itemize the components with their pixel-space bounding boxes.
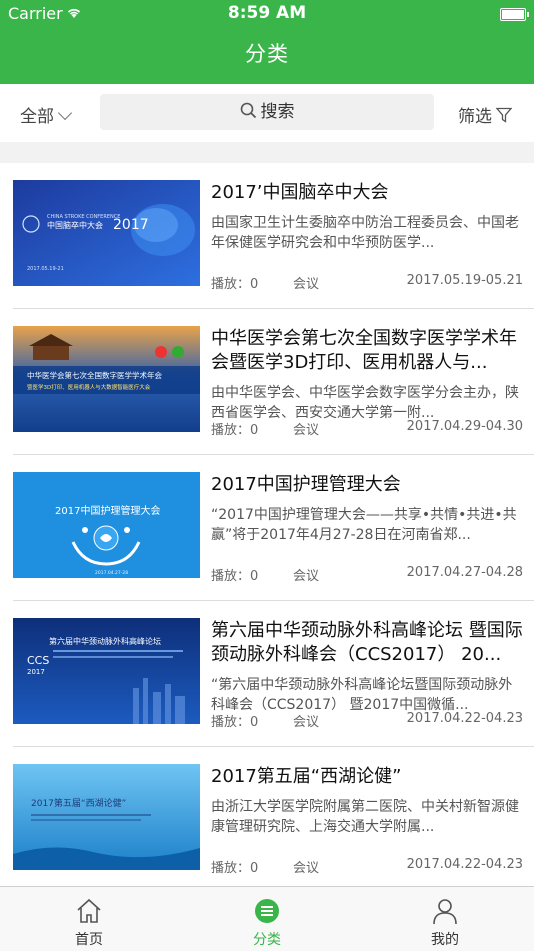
svg-text:2017: 2017 <box>113 217 149 233</box>
thumbnail-image: 第六届中华颈动脉外科高峰论坛 CCS 2017 <box>13 618 200 724</box>
section-divider <box>0 142 534 163</box>
profile-icon <box>433 899 457 925</box>
svg-text:2017.04.27-28: 2017.04.27-28 <box>95 570 128 576</box>
search-box[interactable]: 搜索 <box>100 94 434 130</box>
svg-text:CCS: CCS <box>27 654 49 667</box>
item-description: “第六届中华颈动脉外科高峰论坛暨国际颈动脉外科峰会（CCS2017） 暨2017… <box>211 677 513 713</box>
category-label: 会议 <box>293 277 320 292</box>
filter-label: 筛选 <box>458 107 492 127</box>
all-dropdown[interactable]: 全部 <box>20 102 73 127</box>
home-icon <box>77 898 101 923</box>
svg-text:中华医学会第七次全国数字医学学术年会: 中华医学会第七次全国数字医学学术年会 <box>27 370 162 380</box>
tab-home-label: 首页 <box>75 932 103 948</box>
date-range: 2017.04.22-04.23 <box>406 711 523 726</box>
play-count: 播放：0 <box>211 423 259 438</box>
status-bar: Carrier 8:59 AM <box>0 0 534 28</box>
play-count: 播放：0 <box>211 277 259 292</box>
category-label: 会议 <box>293 569 320 584</box>
status-time: 8:59 AM <box>227 3 307 23</box>
item-description: 由浙江大学医学院附属第二医院、中关村新智源健康管理研究院、上海交通大学附属... <box>211 799 519 835</box>
conference-list: CHINA STROKE CONFERENCE 中国脑卒中大会 2017 201… <box>0 163 534 893</box>
item-title: 2017第五届“西湖论健” <box>211 766 402 787</box>
list-item[interactable]: 中华医学会第七次全国数字医学学术年会 暨医学3D打印、医用机器人与大数据智能医疗… <box>13 309 534 455</box>
svg-text:2017第五届“西湖论健”: 2017第五届“西湖论健” <box>31 797 126 809</box>
svg-text:CHINA STROKE CONFERENCE: CHINA STROKE CONFERENCE <box>47 214 120 220</box>
search-icon <box>240 102 256 118</box>
item-title: 中华医学会第七次全国数字医学学术年会暨医学3D打印、医用机器人与... <box>211 328 517 373</box>
svg-text:暨医学3D打印、医用机器人与大数据智能医疗大会: 暨医学3D打印、医用机器人与大数据智能医疗大会 <box>27 383 151 391</box>
search-label: 搜索 <box>260 102 295 122</box>
thumbnail-image: CHINA STROKE CONFERENCE 中国脑卒中大会 2017 201… <box>13 180 200 286</box>
page-title: 分类 <box>245 42 289 66</box>
svg-text:中国脑卒中大会: 中国脑卒中大会 <box>47 220 103 230</box>
category-icon <box>255 899 279 923</box>
date-range: 2017.04.27-04.28 <box>406 565 523 580</box>
item-description: “2017中国护理管理大会——共享•共情•共进•共赢”将于2017年4月27-2… <box>211 507 517 543</box>
tab-category-label: 分类 <box>253 932 281 948</box>
item-title: 2017’中国脑卒中大会 <box>211 182 389 203</box>
play-count: 播放：0 <box>211 569 259 584</box>
date-range: 2017.04.22-04.23 <box>406 857 523 872</box>
play-count: 播放：0 <box>211 715 259 730</box>
tab-home[interactable]: 首页 <box>0 887 178 951</box>
item-description: 由中华医学会、中华医学会数字医学分会主办，陕西省医学会、西安交通大学第一附... <box>211 385 519 421</box>
list-item[interactable]: 2017第五届“西湖论健” 2017第五届“西湖论健” 由浙江大学医学院附属第二… <box>13 747 534 893</box>
item-title: 2017中国护理管理大会 <box>211 474 401 495</box>
category-label: 会议 <box>293 715 320 730</box>
svg-text:第六届中华颈动脉外科高峰论坛: 第六届中华颈动脉外科高峰论坛 <box>49 636 161 646</box>
chevron-down-icon <box>57 105 73 121</box>
category-label: 会议 <box>293 423 320 438</box>
tab-profile-label: 我的 <box>431 932 459 948</box>
tab-category[interactable]: 分类 <box>178 887 356 951</box>
thumbnail-image: 2017中国护理管理大会 2017.04.27-28 <box>13 472 200 578</box>
list-item[interactable]: 第六届中华颈动脉外科高峰论坛 CCS 2017 第六届中华颈动脉外科高峰论坛 暨… <box>13 601 534 747</box>
item-title: 第六届中华颈动脉外科高峰论坛 暨国际颈动脉外科峰会（CCS2017） 20... <box>211 620 523 665</box>
list-item[interactable]: 2017中国护理管理大会 2017.04.27-28 2017中国护理管理大会 … <box>13 455 534 601</box>
date-range: 2017.05.19-05.21 <box>406 273 523 288</box>
funnel-icon <box>495 107 513 123</box>
battery-icon <box>500 8 529 21</box>
play-count: 播放：0 <box>211 861 259 876</box>
date-range: 2017.04.29-04.30 <box>406 419 523 434</box>
app-header: Carrier 8:59 AM 分类 <box>0 0 534 84</box>
filter-button[interactable]: 筛选 <box>458 102 513 127</box>
item-description: 由国家卫生计生委脑卒中防治工程委员会、中国老年保健医学研究会和中华预防医学... <box>211 215 519 251</box>
tab-profile[interactable]: 我的 <box>356 887 534 951</box>
list-item[interactable]: CHINA STROKE CONFERENCE 中国脑卒中大会 2017 201… <box>13 163 534 309</box>
thumbnail-image: 2017第五届“西湖论健” <box>13 764 200 870</box>
tab-bar: 首页 分类 我的 <box>0 886 534 951</box>
svg-text:2017: 2017 <box>27 668 45 676</box>
svg-text:2017中国护理管理大会: 2017中国护理管理大会 <box>55 504 160 517</box>
filter-bar: 全部 搜索 筛选 <box>0 84 534 142</box>
thumbnail-image: 中华医学会第七次全国数字医学学术年会 暨医学3D打印、医用机器人与大数据智能医疗… <box>13 326 200 432</box>
svg-text:2017.05.19-21: 2017.05.19-21 <box>27 266 64 272</box>
category-label: 会议 <box>293 861 320 876</box>
all-dropdown-label: 全部 <box>20 107 54 127</box>
